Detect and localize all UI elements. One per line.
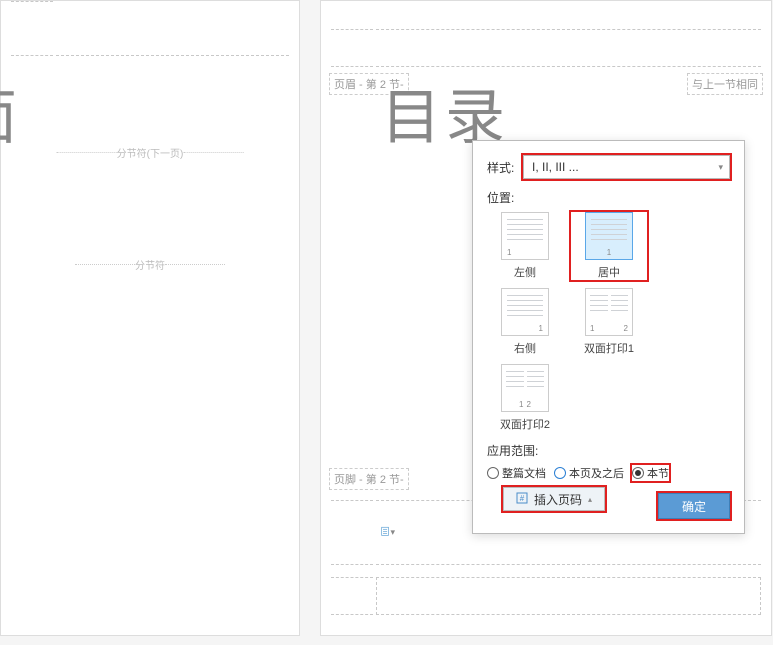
header-area-right[interactable]: [376, 29, 761, 67]
scope-from-here[interactable]: 本页及之后: [554, 465, 624, 481]
position-duplex1-label: 双面打印1: [584, 340, 634, 356]
scope-whole-doc[interactable]: 整篇文档: [487, 465, 546, 481]
section-break-marker: 分节符: [75, 257, 225, 272]
margin-guide: [331, 577, 373, 615]
margin-guide: [11, 1, 53, 56]
scope-this-section[interactable]: 本节: [632, 465, 669, 481]
body-placeholder: [376, 577, 761, 615]
scope-from-here-label: 本页及之后: [569, 465, 624, 481]
position-center[interactable]: 1 居中: [571, 212, 647, 280]
position-left[interactable]: 1 左侧: [487, 212, 563, 280]
page-left: 面 分节符(下一页) 分节符: [0, 0, 300, 636]
radio-icon: [554, 467, 566, 479]
svg-text:#: #: [520, 494, 525, 503]
chevron-down-icon: ▾: [390, 527, 395, 538]
header-area-left: [56, 1, 289, 56]
scope-this-section-label: 本节: [647, 465, 669, 481]
layout-options-icon[interactable]: ▾: [381, 524, 395, 540]
page-number-icon: #: [516, 492, 528, 507]
position-duplex2[interactable]: 1 2 双面打印2: [487, 364, 563, 432]
position-right[interactable]: 1 右侧: [487, 288, 563, 356]
footer-section-label: 页脚 - 第 2 节-: [329, 468, 409, 490]
page-left-title: 面: [0, 69, 21, 156]
insert-page-number-label: 插入页码: [534, 491, 582, 508]
section-break-label: 分节符: [135, 257, 165, 272]
position-duplex1[interactable]: 1 2 双面打印1: [571, 288, 647, 356]
chevron-down-icon: ▾: [718, 162, 723, 173]
section-break-marker: 分节符(下一页): [57, 145, 244, 160]
margin-guide: [331, 500, 373, 565]
margin-guide: [331, 29, 373, 67]
ok-button[interactable]: 确定: [658, 493, 730, 519]
same-as-prev-label: 与上一节相同: [687, 73, 763, 95]
section-break-label: 分节符(下一页): [117, 145, 184, 160]
format-label: 样式:: [487, 159, 523, 176]
page-number-popup: 样式: I, II, III ... ▾ 位置: 1 左侧 1 居中 1 右侧 …: [472, 140, 745, 534]
chevron-up-icon: ▴: [588, 495, 592, 504]
format-value: I, II, III ...: [532, 160, 579, 174]
radio-icon: [487, 467, 499, 479]
insert-page-number-button[interactable]: # 插入页码 ▴: [503, 487, 605, 511]
position-right-label: 右侧: [514, 340, 536, 356]
position-duplex2-label: 双面打印2: [500, 416, 550, 432]
scope-options: 整篇文档 本页及之后 本节: [487, 465, 730, 481]
radio-icon: [632, 467, 644, 479]
position-center-label: 居中: [598, 264, 620, 280]
position-grid: 1 左侧 1 居中 1 右侧 1 2 双面打印1 1 2 双面打印2: [487, 212, 730, 432]
scope-label: 应用范围:: [487, 442, 730, 459]
format-dropdown[interactable]: I, II, III ... ▾: [523, 155, 730, 179]
position-left-label: 左侧: [514, 264, 536, 280]
position-label: 位置:: [487, 189, 730, 206]
scope-whole-label: 整篇文档: [502, 465, 546, 481]
